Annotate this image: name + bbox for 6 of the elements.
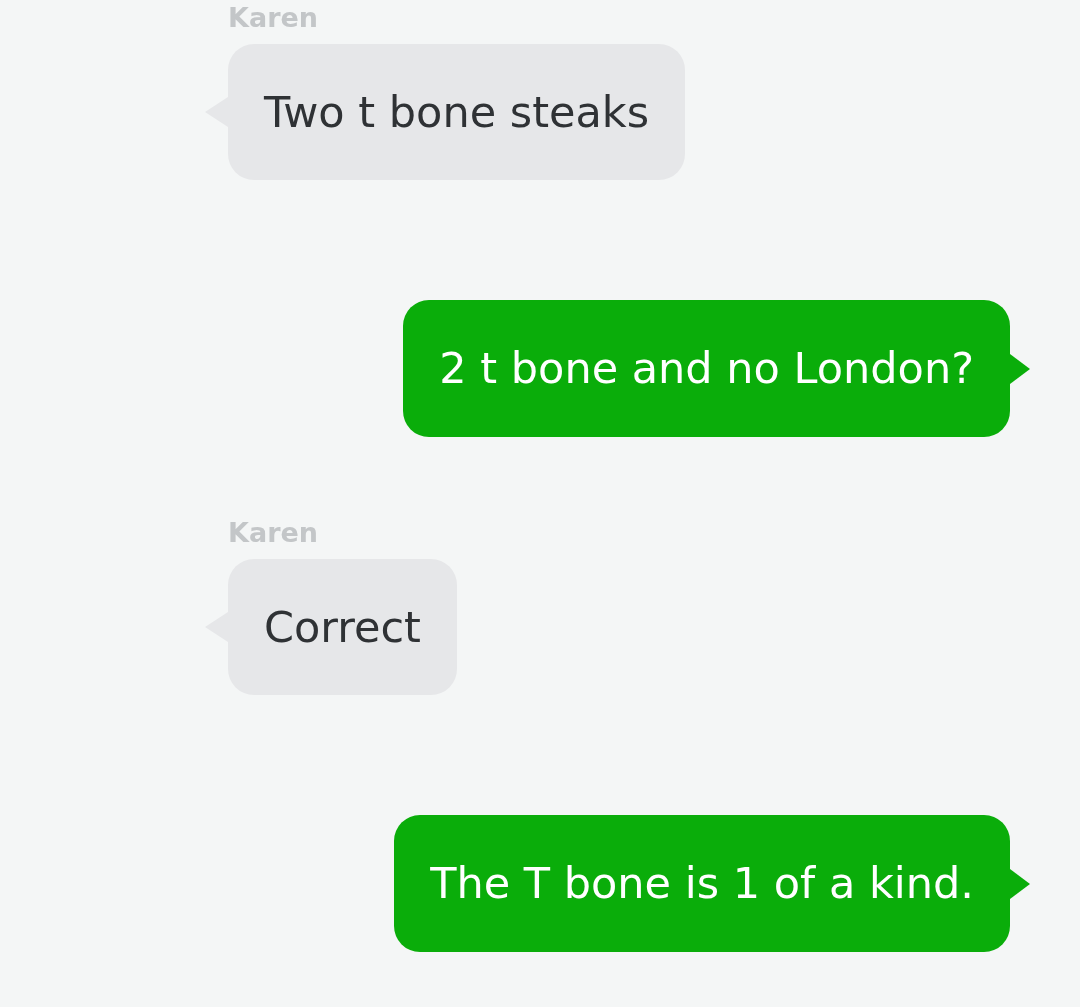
message-bubble: Two t bone steaks	[228, 44, 686, 180]
bubble-tail	[1010, 353, 1030, 384]
message-bubble: The T bone is 1 of a kind.	[394, 815, 1010, 952]
bubble-tail	[1010, 868, 1030, 899]
message-bubble: 2 t bone and no London?	[403, 300, 1010, 437]
message-bubble: Correct	[228, 559, 457, 695]
